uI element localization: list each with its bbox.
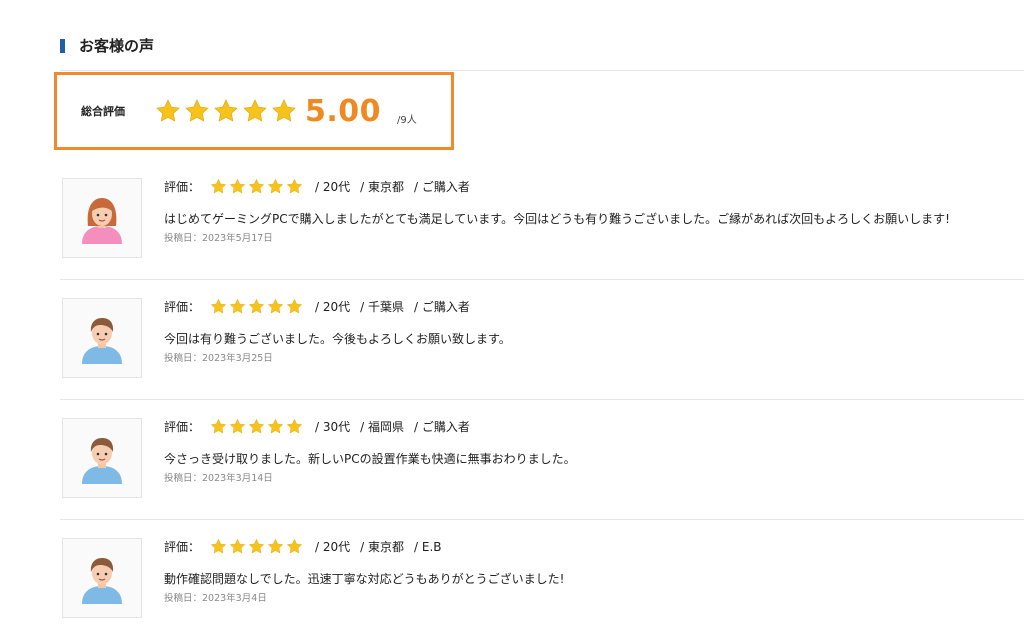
reviewer-age: / 30代 bbox=[315, 420, 351, 434]
overall-rating-label: 総合評価 bbox=[81, 105, 125, 118]
star-icon bbox=[267, 538, 284, 554]
review-meta: 評価： / 20代 / 千葉県 / ご購入者 bbox=[164, 298, 470, 315]
review-stars bbox=[210, 418, 303, 435]
star-icon bbox=[214, 99, 238, 122]
review-stars bbox=[210, 298, 303, 315]
star-icon bbox=[229, 298, 246, 314]
review-item: 評価： / 20代 / 東京都 / E.B 動作確認問題なしでした。迅速丁寧な対… bbox=[60, 520, 1024, 640]
male-avatar-icon bbox=[82, 438, 122, 484]
star-icon bbox=[210, 178, 227, 194]
review-item: 評価： / 20代 / 東京都 / ご購入者 はじめてゲーミングPCで購入しまし… bbox=[60, 160, 1024, 280]
star-icon bbox=[248, 538, 265, 554]
posted-date: 投稿日：2023年3月14日 bbox=[164, 473, 273, 484]
male-avatar-icon bbox=[82, 558, 122, 604]
review-meta: 評価： / 20代 / 東京都 / ご購入者 bbox=[164, 178, 470, 195]
star-icon bbox=[210, 298, 227, 314]
review-comment: 動作確認問題なしでした。迅速丁寧な対応どうもありがとうございました! bbox=[164, 572, 565, 586]
rating-label: 評価： bbox=[164, 420, 201, 434]
star-icon bbox=[267, 298, 284, 314]
star-icon bbox=[248, 298, 265, 314]
section-header: お客様の声 bbox=[60, 35, 154, 56]
star-icon bbox=[286, 538, 303, 554]
posted-date: 投稿日：2023年5月17日 bbox=[164, 233, 273, 244]
star-icon bbox=[156, 99, 180, 122]
review-count: /9人 bbox=[397, 114, 417, 126]
divider bbox=[60, 70, 1024, 71]
reviewer-location: / 東京都 bbox=[360, 180, 405, 194]
review-comment: 今さっき受け取りました。新しいPCの設置作業も快適に無事おわりました。 bbox=[164, 452, 576, 466]
review-comment: はじめてゲーミングPCで購入しましたがとても満足しています。今回はどうも有り難う… bbox=[164, 212, 950, 226]
star-icon bbox=[248, 178, 265, 194]
review-meta: 評価： / 20代 / 東京都 / E.B bbox=[164, 538, 442, 555]
star-icon bbox=[243, 99, 267, 122]
female-avatar-icon bbox=[82, 198, 122, 244]
reviewer-purchase-status: / ご購入者 bbox=[414, 420, 470, 434]
star-icon bbox=[229, 538, 246, 554]
review-stars bbox=[210, 178, 303, 195]
review-meta: 評価： / 30代 / 福岡県 / ご購入者 bbox=[164, 418, 470, 435]
reviewer-purchase-status: / ご購入者 bbox=[414, 300, 470, 314]
star-icon bbox=[267, 418, 284, 434]
posted-date: 投稿日：2023年3月4日 bbox=[164, 593, 267, 604]
star-icon bbox=[248, 418, 265, 434]
reviewer-age: / 20代 bbox=[315, 540, 351, 554]
rating-label: 評価： bbox=[164, 180, 201, 194]
title-accent-bar bbox=[60, 38, 65, 53]
reviewer-age: / 20代 bbox=[315, 300, 351, 314]
star-icon bbox=[210, 538, 227, 554]
overall-rating-score: 5.00 bbox=[305, 93, 382, 129]
star-icon bbox=[267, 178, 284, 194]
star-icon bbox=[229, 178, 246, 194]
star-icon bbox=[272, 99, 296, 122]
avatar bbox=[62, 178, 142, 258]
posted-date: 投稿日：2023年3月25日 bbox=[164, 353, 273, 364]
rating-label: 評価： bbox=[164, 300, 201, 314]
avatar bbox=[62, 538, 142, 618]
reviewer-location: / 千葉県 bbox=[360, 300, 405, 314]
overall-rating-box: 総合評価 5.00 /9人 bbox=[54, 72, 454, 150]
star-icon bbox=[229, 418, 246, 434]
reviewer-location: / 福岡県 bbox=[360, 420, 405, 434]
rating-label: 評価： bbox=[164, 540, 201, 554]
review-item: 評価： / 20代 / 千葉県 / ご購入者 今回は有り難うございました。今後も… bbox=[60, 280, 1024, 400]
review-comment: 今回は有り難うございました。今後もよろしくお願い致します。 bbox=[164, 332, 511, 346]
overall-rating-stars bbox=[155, 98, 297, 124]
star-icon bbox=[286, 298, 303, 314]
reviewer-age: / 20代 bbox=[315, 180, 351, 194]
review-stars bbox=[210, 538, 303, 555]
reviewer-purchase-status: / E.B bbox=[414, 539, 442, 554]
review-item: 評価： / 30代 / 福岡県 / ご購入者 今さっき受け取りました。新しいPC… bbox=[60, 400, 1024, 520]
section-title: お客様の声 bbox=[79, 37, 155, 55]
reviewer-location: / 東京都 bbox=[360, 540, 405, 554]
star-icon bbox=[210, 418, 227, 434]
avatar bbox=[62, 298, 142, 378]
star-icon bbox=[185, 99, 209, 122]
reviewer-purchase-status: / ご購入者 bbox=[414, 180, 470, 194]
male-avatar-icon bbox=[82, 318, 122, 364]
star-icon bbox=[286, 418, 303, 434]
star-icon bbox=[286, 178, 303, 194]
avatar bbox=[62, 418, 142, 498]
